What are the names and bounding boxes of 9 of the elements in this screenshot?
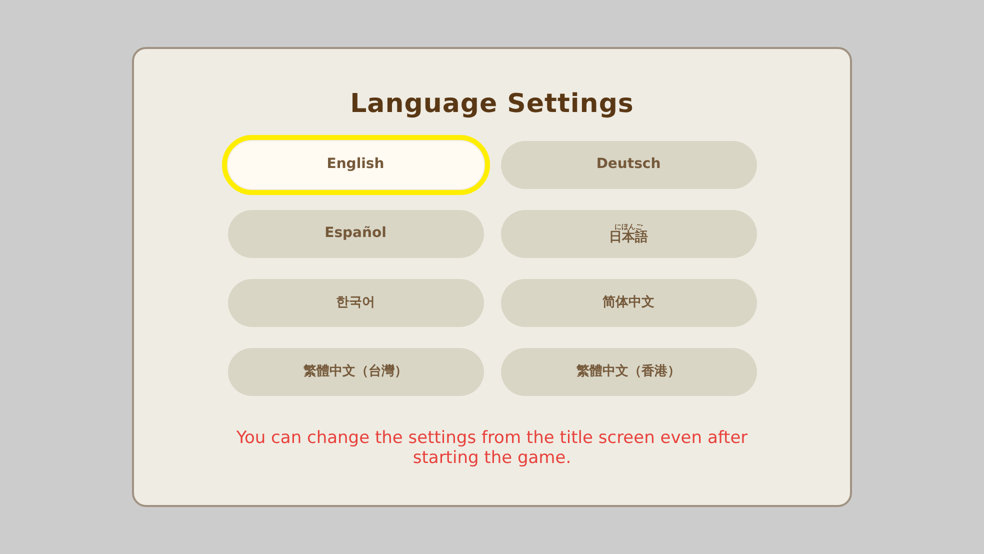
language-button[interactable]: 简体中文 xyxy=(500,279,756,327)
panel-title: Language Settings xyxy=(350,89,634,119)
language-button[interactable]: Deutsch xyxy=(500,141,756,189)
language-button[interactable]: 繁體中文（香港） xyxy=(500,348,756,396)
language-button[interactable]: 繁體中文（台灣） xyxy=(228,348,484,396)
language-button[interactable]: Español xyxy=(228,210,484,258)
info-message: You can change the settings from the title screen even after starting the game. xyxy=(235,428,749,468)
language-button[interactable]: 한국어 xyxy=(228,279,484,327)
language-button[interactable]: English xyxy=(228,141,484,189)
